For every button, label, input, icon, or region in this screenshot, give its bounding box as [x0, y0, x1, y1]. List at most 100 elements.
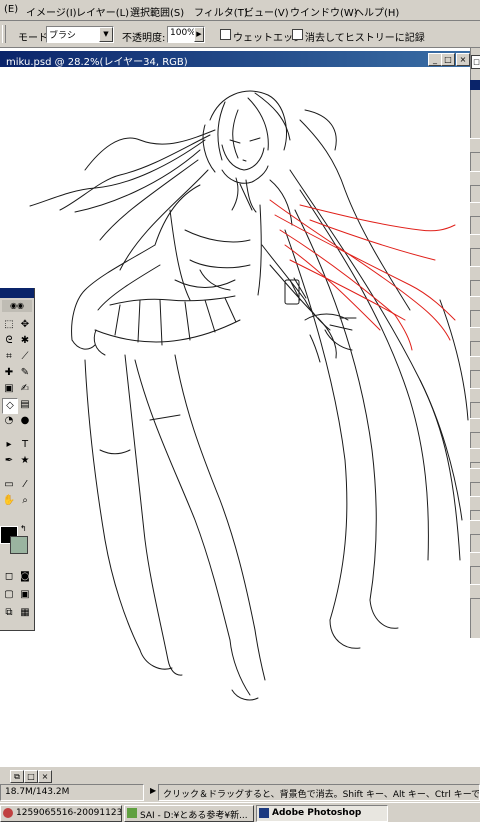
- crop-icon[interactable]: ⌗: [2, 350, 16, 364]
- maximize-icon[interactable]: □: [24, 770, 38, 783]
- taskbar: 1259065516-2009112322... SAI - D:¥とある参考¥…: [0, 802, 480, 822]
- toolbox-titlebar[interactable]: [0, 288, 34, 298]
- panel-row[interactable]: [470, 234, 480, 249]
- close-icon[interactable]: ×: [456, 53, 470, 66]
- chevron-right-icon[interactable]: ▶: [194, 27, 204, 42]
- panel-close-icon[interactable]: □: [471, 55, 480, 69]
- opacity-label: 不透明度:: [122, 33, 166, 44]
- pen-icon[interactable]: ✒: [2, 454, 16, 468]
- dodge-icon[interactable]: ●: [18, 414, 32, 428]
- menu-image[interactable]: イメージ(I): [26, 4, 77, 19]
- menu-select[interactable]: 選択範囲(S): [130, 4, 184, 19]
- swap-colors-icon[interactable]: ↰: [20, 524, 27, 533]
- sai-app-icon: [127, 808, 137, 818]
- fullscreen-mode-icon[interactable]: ▣: [18, 588, 32, 602]
- panel-row[interactable]: [470, 448, 480, 463]
- eyedropper-icon[interactable]: ⁄: [18, 478, 32, 492]
- panel-frame: □: [470, 48, 480, 638]
- imageready-icon[interactable]: ⧉: [2, 606, 16, 620]
- move-icon[interactable]: ✥: [18, 318, 32, 332]
- notes-icon[interactable]: ▭: [2, 478, 16, 492]
- text-icon[interactable]: T: [18, 438, 32, 452]
- menu-layer[interactable]: レイヤー(L): [76, 4, 129, 19]
- custom-shape-icon[interactable]: ★: [18, 454, 32, 468]
- task-label: Adobe Photoshop: [272, 808, 362, 818]
- image-app-icon: [3, 808, 13, 818]
- standard-mode-icon[interactable]: ◻: [2, 570, 16, 584]
- document-titlebar[interactable]: miku.psd @ 28.2%(レイヤー34, RGB) _ □ ×: [0, 51, 470, 68]
- zoom-icon[interactable]: ⌕: [18, 494, 32, 508]
- task-button-image[interactable]: 1259065516-2009112322...: [0, 805, 122, 822]
- doc-size-box: 18.7M/143.2M: [0, 784, 144, 801]
- opacity-value: 100%: [170, 28, 196, 38]
- panel-row[interactable]: [470, 496, 480, 511]
- panel-row[interactable]: [470, 266, 480, 281]
- panel-row[interactable]: [470, 552, 480, 567]
- doc-size: 18.7M/143.2M: [5, 787, 70, 797]
- panel-row[interactable]: [470, 418, 480, 433]
- hand-icon[interactable]: ✋: [2, 494, 16, 508]
- jump-icon[interactable]: ▦: [18, 606, 32, 620]
- panel-row[interactable]: [470, 356, 480, 371]
- quickmask-mode-icon[interactable]: ◙: [18, 570, 32, 584]
- chevron-down-icon[interactable]: ▼: [99, 27, 113, 42]
- status-area: ⧉ □ × 18.7M/143.2M ▶ クリック＆ドラッグすると、背景色で消去…: [0, 766, 480, 803]
- toolbox-palette: ◉◉ ⬚ ✥ ᘓ ✱ ⌗ ⟋ ✚ ✎ ▣ ✍ ◇ ▤ ◔ ● ▸ T ✒ ★ ▭…: [0, 288, 35, 631]
- options-bar: モード: ブラシ ▼ 不透明度: 100% ▶ ウェットエッジ 消去してヒストリ…: [0, 21, 480, 48]
- screen-mode-icon[interactable]: ▢: [2, 588, 16, 602]
- minimize-icon[interactable]: _: [428, 53, 442, 66]
- photoshop-app-icon: [259, 808, 269, 818]
- document-title: miku.psd @ 28.2%(レイヤー34, RGB): [6, 57, 188, 68]
- panel-row[interactable]: [470, 138, 480, 153]
- panel-row[interactable]: [470, 202, 480, 217]
- menu-help[interactable]: ヘルプ(H): [354, 4, 399, 19]
- grip: [2, 25, 6, 43]
- menu-file[interactable]: (E): [4, 4, 18, 15]
- status-hint-box: クリック＆ドラッグすると、背景色で消去。Shift キー、Alt キー、Ctrl…: [158, 784, 480, 801]
- panel-row[interactable]: [470, 327, 480, 342]
- eye-logo-icon[interactable]: ◉◉: [2, 300, 32, 312]
- magic-wand-icon[interactable]: ✱: [18, 334, 32, 348]
- panel-titlebar[interactable]: [470, 80, 480, 90]
- play-icon[interactable]: ▶: [150, 786, 156, 795]
- blur-icon[interactable]: ◔: [2, 414, 16, 428]
- panel-row[interactable]: [470, 296, 480, 311]
- task-label: 1259065516-2009112322...: [16, 808, 122, 818]
- brush-icon[interactable]: ✎: [18, 366, 32, 380]
- healing-icon[interactable]: ✚: [2, 366, 16, 380]
- panel-row[interactable]: [470, 468, 480, 483]
- task-label: SAI - D:¥とある参考¥新...: [140, 811, 248, 821]
- history-checkbox[interactable]: [292, 29, 303, 40]
- task-button-sai[interactable]: SAI - D:¥とある参考¥新...: [124, 805, 254, 822]
- panel-row[interactable]: [470, 171, 480, 186]
- menu-view[interactable]: ビュー(V): [244, 4, 289, 19]
- marquee-icon[interactable]: ⬚: [2, 318, 16, 332]
- history-brush-icon[interactable]: ✍: [18, 382, 32, 396]
- maximize-icon[interactable]: □: [441, 53, 455, 66]
- document-window: miku.psd @ 28.2%(レイヤー34, RGB) _ □ × ⧉: [0, 48, 480, 766]
- slice-icon[interactable]: ⟋: [18, 350, 32, 364]
- gradient-icon[interactable]: ▤: [18, 398, 32, 412]
- restore-icon[interactable]: ⧉: [10, 770, 24, 783]
- wet-edge-checkbox[interactable]: [220, 29, 231, 40]
- mode-value: ブラシ: [49, 31, 76, 41]
- panel-row[interactable]: [470, 584, 480, 599]
- drawing-canvas[interactable]: [0, 68, 470, 766]
- path-select-icon[interactable]: ▸: [2, 438, 16, 452]
- panel-row[interactable]: [470, 388, 480, 403]
- panel-row[interactable]: [470, 520, 480, 535]
- mode-select[interactable]: ブラシ ▼: [46, 26, 114, 43]
- menu-window[interactable]: ウインドウ(W): [290, 4, 358, 19]
- lasso-icon[interactable]: ᘓ: [2, 334, 16, 348]
- stamp-icon[interactable]: ▣: [2, 382, 16, 396]
- menu-filter[interactable]: フィルタ(T): [194, 4, 248, 19]
- background-color-swatch[interactable]: [10, 536, 28, 554]
- opacity-field[interactable]: 100% ▶: [167, 26, 205, 43]
- history-label: 消去してヒストリーに記録: [305, 33, 425, 44]
- minimized-window[interactable]: ⧉ □ ×: [10, 770, 52, 783]
- task-button-photoshop[interactable]: Adobe Photoshop: [256, 805, 388, 822]
- status-hint: クリック＆ドラッグすると、背景色で消去。Shift キー、Alt キー、Ctrl…: [163, 790, 480, 800]
- eraser-icon[interactable]: ◇: [2, 398, 18, 414]
- menu-bar: (E) イメージ(I) レイヤー(L) 選択範囲(S) フィルタ(T) ビュー(…: [0, 0, 480, 21]
- close-icon[interactable]: ×: [38, 770, 52, 783]
